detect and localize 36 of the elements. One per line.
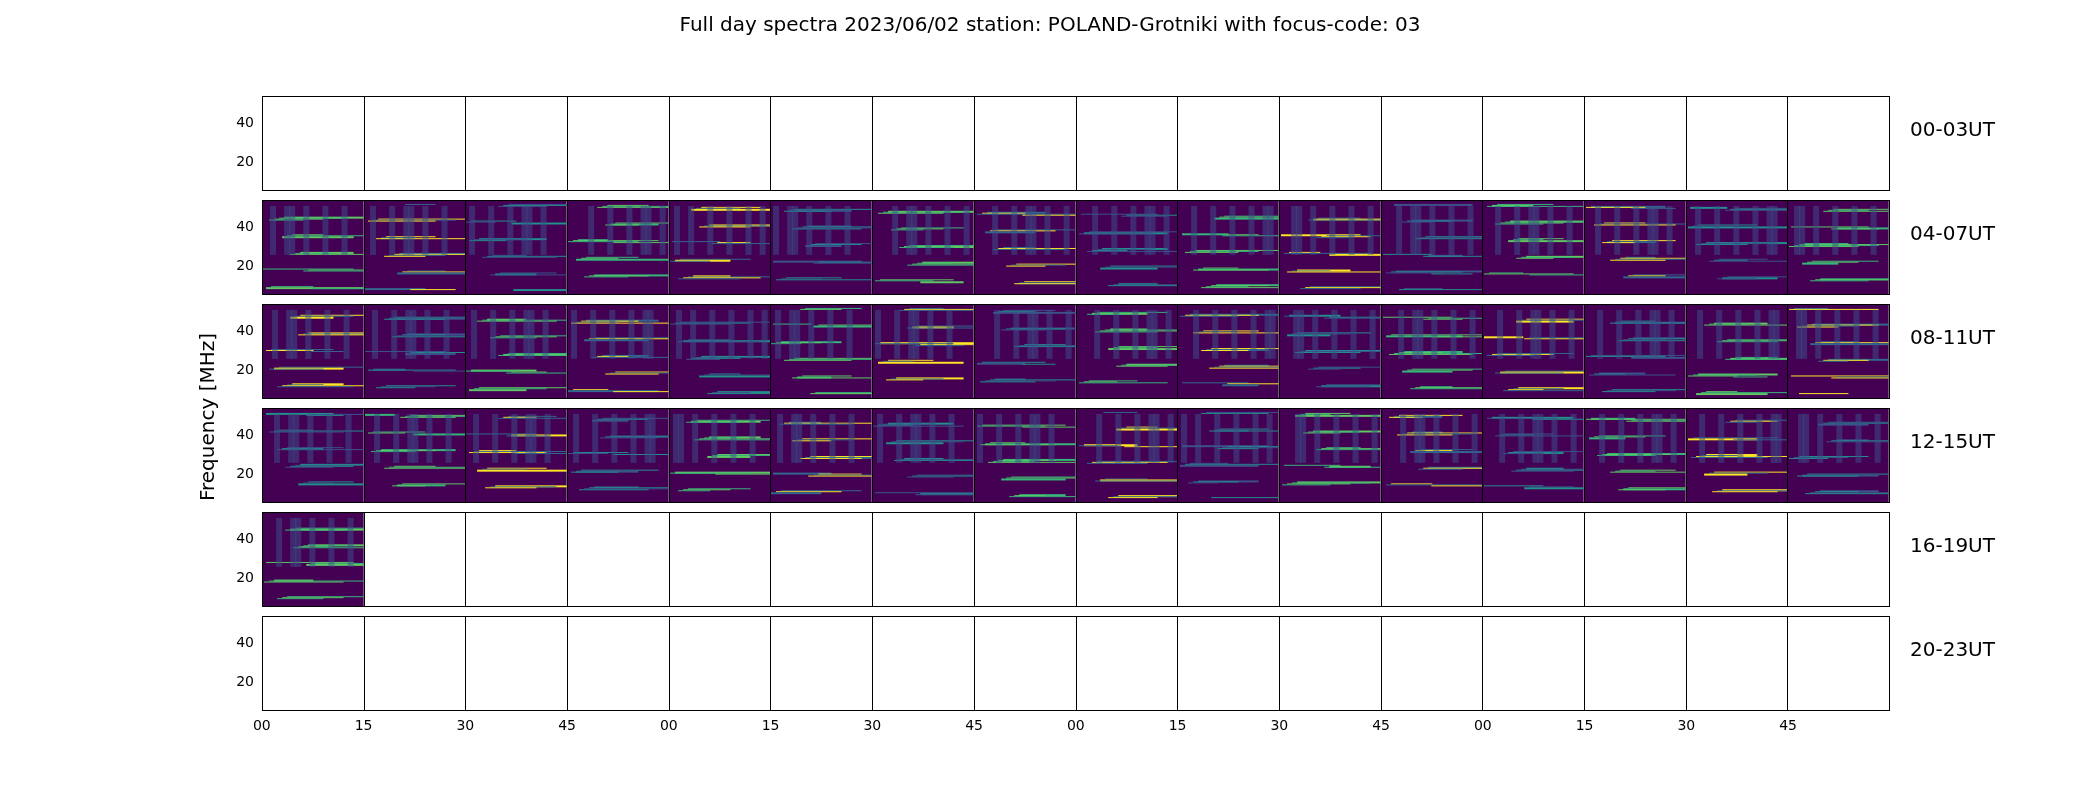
y-tick-label: 20 (236, 464, 254, 482)
x-tick-label: 00 (1066, 717, 1085, 733)
y-tick-label: 20 (236, 568, 254, 586)
x-tick-label: 15 (1575, 717, 1594, 733)
x-tick-label: 30 (863, 717, 882, 733)
y-tick-label: 40 (236, 217, 254, 235)
y-tick-label: 20 (236, 672, 254, 690)
figure-title: Full day spectra 2023/06/02 station: POLAND-Grotniki with focus-code: 03 (679, 12, 1421, 36)
x-tick-label: 00 (659, 717, 678, 733)
x-tick-label: 45 (1372, 717, 1391, 733)
time-range-label: 16-19UT (1910, 532, 1995, 559)
y-tick-label: 40 (236, 633, 254, 651)
y-tick-label: 40 (236, 321, 254, 339)
y-tick-label: 20 (236, 256, 254, 274)
x-tick-label: 00 (1473, 717, 1492, 733)
y-tick-label: 20 (236, 360, 254, 378)
x-tick-label: 15 (1168, 717, 1187, 733)
y-tick-label: 20 (236, 152, 254, 170)
y-axis-label: Frequency [MHz] (194, 332, 220, 501)
x-tick-label: 45 (1779, 717, 1798, 733)
x-tick-label: 00 (252, 717, 271, 733)
time-range-label: 04-07UT (1910, 220, 1995, 247)
y-tick-label: 40 (236, 113, 254, 131)
x-tick-label: 45 (965, 717, 984, 733)
y-tick-label: 40 (236, 425, 254, 443)
y-tick-label: 40 (236, 529, 254, 547)
time-range-label: 20-23UT (1910, 636, 1995, 663)
x-tick-label: 45 (558, 717, 577, 733)
time-range-label: 12-15UT (1910, 428, 1995, 455)
x-tick-label: 30 (1270, 717, 1289, 733)
x-tick-label: 30 (456, 717, 475, 733)
time-range-label: 00-03UT (1910, 116, 1995, 143)
x-tick-label: 15 (354, 717, 373, 733)
time-range-label: 08-11UT (1910, 324, 1995, 351)
x-tick-label: 15 (761, 717, 780, 733)
x-tick-label: 30 (1677, 717, 1696, 733)
